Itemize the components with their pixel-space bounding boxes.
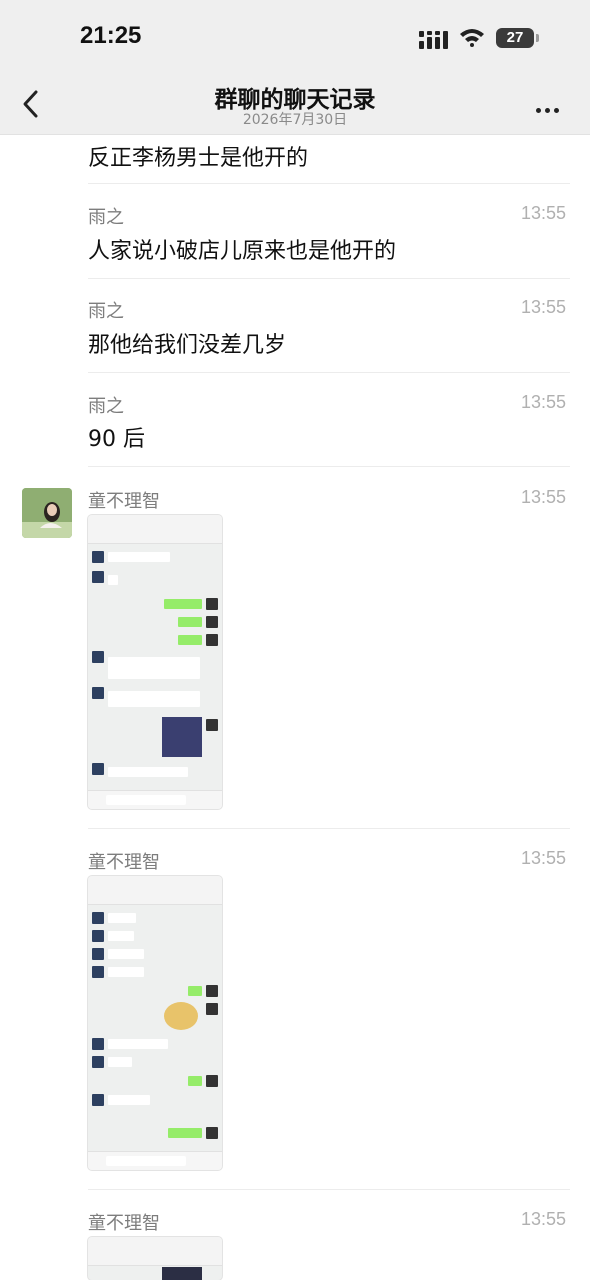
thumb-bubble bbox=[108, 1039, 168, 1049]
message-text: 反正李杨男士是他开的 bbox=[88, 146, 309, 171]
divider bbox=[88, 828, 570, 829]
thumb-avatar bbox=[206, 985, 218, 997]
divider bbox=[88, 183, 570, 184]
message-sender: 雨之 bbox=[88, 396, 124, 417]
battery-icon: 27 bbox=[496, 28, 534, 48]
thumb-avatar bbox=[92, 687, 104, 699]
thumb-bubble-green bbox=[168, 1128, 202, 1138]
message-time: 13:55 bbox=[520, 848, 566, 868]
thumb-avatar bbox=[92, 948, 104, 960]
thumb-avatar bbox=[92, 1056, 104, 1068]
thumb-image bbox=[162, 1267, 202, 1280]
thumb-bubble bbox=[108, 1057, 132, 1067]
nav-bar: 群聊的聊天记录 2026年7月30日 bbox=[0, 78, 590, 135]
thumb-status-bar bbox=[88, 1237, 222, 1251]
thumb-avatar bbox=[92, 1094, 104, 1106]
image-attachment[interactable] bbox=[88, 1237, 222, 1280]
thumb-input-bar bbox=[88, 1151, 222, 1170]
image-attachment[interactable] bbox=[88, 515, 222, 809]
message-time: 13:55 bbox=[520, 392, 566, 412]
thumb-header bbox=[88, 890, 222, 905]
thumb-bubble bbox=[108, 967, 144, 977]
thumb-image bbox=[162, 717, 202, 757]
status-time: 21:25 bbox=[80, 22, 142, 49]
thumb-bubble bbox=[108, 691, 200, 707]
message-text: 那他给我们没差几岁 bbox=[88, 333, 287, 358]
thumb-avatar bbox=[206, 634, 218, 646]
thumb-bubble bbox=[108, 913, 136, 923]
thumb-bubble bbox=[108, 931, 134, 941]
thumb-avatar bbox=[206, 1075, 218, 1087]
thumb-bubble bbox=[108, 657, 200, 679]
divider bbox=[88, 1189, 570, 1190]
thumb-bubble bbox=[108, 575, 118, 585]
thumb-bubble-green bbox=[178, 617, 202, 627]
message-time: 13:55 bbox=[520, 203, 566, 223]
message-time: 13:55 bbox=[520, 297, 566, 317]
message-text: 90 后 bbox=[88, 427, 145, 452]
thumb-bubble-green bbox=[178, 635, 202, 645]
message-sender: 童不理智 bbox=[88, 1213, 160, 1234]
thumb-bubble bbox=[108, 552, 170, 562]
message-sender: 童不理智 bbox=[88, 491, 160, 512]
thumb-bubble bbox=[108, 767, 188, 777]
message-sender: 雨之 bbox=[88, 301, 124, 322]
thumb-avatar bbox=[92, 763, 104, 775]
wifi-icon bbox=[460, 29, 484, 47]
image-attachment[interactable] bbox=[88, 876, 222, 1170]
thumb-avatar bbox=[92, 912, 104, 924]
thumb-avatar bbox=[206, 598, 218, 610]
status-bar: 21:25 27 bbox=[0, 0, 590, 78]
thumb-avatar bbox=[206, 719, 218, 731]
thumb-avatar bbox=[92, 1038, 104, 1050]
thumb-header bbox=[88, 529, 222, 544]
thumb-avatar bbox=[92, 930, 104, 942]
thumb-bubble-green bbox=[188, 1076, 202, 1086]
thumb-avatar bbox=[92, 551, 104, 563]
thumb-status-bar bbox=[88, 515, 222, 529]
message-sender: 童不理智 bbox=[88, 852, 160, 873]
thumb-bubble bbox=[108, 949, 144, 959]
thumb-bubble bbox=[108, 1095, 150, 1105]
thumb-avatar bbox=[92, 571, 104, 583]
battery-cap bbox=[536, 34, 539, 42]
more-dots-icon[interactable] bbox=[536, 98, 566, 113]
thumb-header bbox=[88, 1251, 222, 1266]
avatar[interactable] bbox=[22, 488, 72, 538]
divider bbox=[88, 278, 570, 279]
thumb-avatar bbox=[206, 1003, 218, 1015]
thumb-avatar bbox=[92, 651, 104, 663]
signal-icon bbox=[419, 31, 448, 49]
thumb-input-bar bbox=[88, 790, 222, 809]
message-text: 人家说小破店儿原来也是他开的 bbox=[88, 239, 397, 264]
thumb-avatar bbox=[206, 1127, 218, 1139]
thumb-status-bar bbox=[88, 876, 222, 890]
divider bbox=[88, 466, 570, 467]
page-date: 2026年7月30日 bbox=[242, 112, 348, 128]
avatar-photo bbox=[22, 488, 72, 538]
thumb-avatar bbox=[92, 966, 104, 978]
thumb-bubble-green bbox=[188, 986, 202, 996]
message-time: 13:55 bbox=[520, 487, 566, 507]
message-sender: 雨之 bbox=[88, 207, 124, 228]
thumb-sticker bbox=[164, 1002, 198, 1030]
thumb-bubble-green bbox=[164, 599, 202, 609]
message-time: 13:55 bbox=[520, 1209, 566, 1229]
divider bbox=[88, 372, 570, 373]
thumb-avatar bbox=[206, 616, 218, 628]
